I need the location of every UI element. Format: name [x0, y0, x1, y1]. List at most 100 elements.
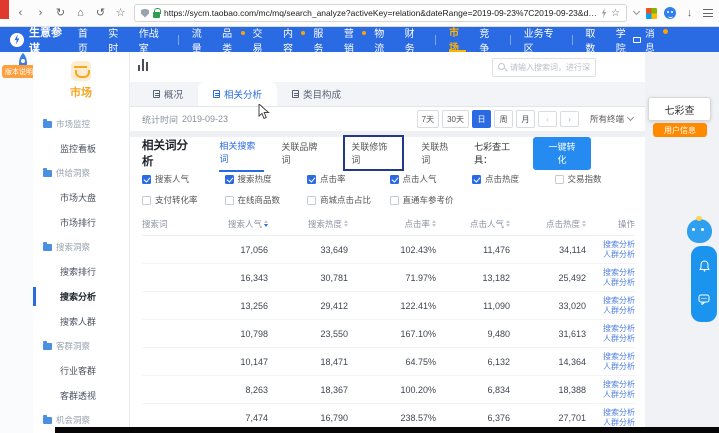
tab-related-analysis[interactable]: 相关分析	[198, 82, 277, 106]
nav-item-service[interactable]: 服务	[313, 27, 330, 52]
terminal-filter-dropdown[interactable]: 所有终端	[590, 113, 633, 125]
bookmark-star-icon[interactable]: ☆	[114, 0, 127, 27]
nav-item-trade[interactable]: 交易	[253, 27, 270, 52]
crowd-analysis-link[interactable]: 人群分析	[586, 390, 635, 400]
nav-item-logistics[interactable]: 物流	[374, 27, 391, 52]
crowd-analysis-link[interactable]: 人群分析	[586, 334, 635, 344]
metric-search-popularity[interactable]: 搜索人气	[142, 173, 225, 185]
metric-click-rate[interactable]: 点击率	[307, 173, 390, 185]
next-date-button[interactable]: ›	[560, 111, 579, 127]
nav-item-content[interactable]: 内容	[283, 27, 300, 52]
keyword-search-box[interactable]	[492, 58, 596, 77]
one-key-convert-button[interactable]: 一键转化	[533, 137, 591, 170]
nav-item-realtime[interactable]: 实时	[108, 27, 125, 52]
crowd-analysis-link[interactable]: 人群分析	[586, 306, 635, 316]
nav-item-category[interactable]: 品类	[222, 27, 239, 52]
brand[interactable]: 生意参谋	[10, 24, 65, 56]
checkbox-checked-icon[interactable]	[390, 175, 399, 184]
checkbox-checked-icon[interactable]	[142, 175, 151, 184]
sidebar-group-supply-insight[interactable]: 供给洞察	[33, 161, 129, 185]
nav-item-market-active[interactable]: 市场	[449, 27, 466, 52]
qicai-widget-button[interactable]: 七彩查	[648, 97, 711, 121]
sidebar-group-search-insight[interactable]: 搜索洞察	[33, 235, 129, 259]
sidebar-group-opportunity-insight[interactable]: 机会洞察	[33, 408, 129, 427]
search-analysis-link[interactable]: 搜索分析	[586, 380, 635, 390]
nav-item-warroom[interactable]: 作战室	[139, 27, 165, 52]
range-day-button[interactable]: 日	[472, 110, 491, 128]
checkbox-checked-icon[interactable]	[472, 175, 481, 184]
search-analysis-link[interactable]: 搜索分析	[586, 352, 635, 362]
sidebar-group-crowd-insight[interactable]: 客群洞察	[33, 334, 129, 358]
crowd-analysis-link[interactable]: 人群分析	[586, 362, 635, 372]
subtab-related-hot-words[interactable]: 关联热词	[421, 135, 457, 171]
chevron-down-icon[interactable]	[633, 8, 640, 15]
address-bar[interactable]: https://sycm.taobao.com/mc/mq/search_ana…	[134, 4, 627, 22]
nav-item-data-fetch[interactable]: 取数	[585, 27, 602, 52]
col-search-popularity[interactable]: 搜索人气	[194, 218, 268, 230]
search-analysis-link[interactable]: 搜索分析	[586, 408, 635, 418]
nav-item-competition[interactable]: 竞争	[479, 27, 496, 52]
search-analysis-link[interactable]: 搜索分析	[586, 240, 635, 250]
metric-online-items[interactable]: 在线商品数	[225, 194, 308, 206]
checkbox-icon[interactable]	[142, 196, 151, 205]
shield-icon[interactable]	[141, 9, 149, 18]
search-analysis-link[interactable]: 搜索分析	[586, 268, 635, 278]
checkbox-icon[interactable]	[307, 196, 316, 205]
user-info-button[interactable]: 用户信息	[653, 123, 707, 137]
metric-mall-click-share[interactable]: 商城点击占比	[307, 194, 390, 206]
extension-grid-icon[interactable]	[646, 8, 657, 19]
sidebar-item-monitor-board[interactable]: 监控看板	[33, 136, 129, 161]
search-analysis-link[interactable]: 搜索分析	[586, 296, 635, 306]
sidebar-item-industry-crowd[interactable]: 行业客群	[33, 358, 129, 383]
bar-chart-icon[interactable]	[138, 59, 148, 71]
favorite-star-icon[interactable]: ☆	[611, 8, 620, 19]
metric-click-popularity[interactable]: 点击人气	[390, 173, 473, 185]
download-icon[interactable]: ↓	[683, 0, 696, 27]
home-icon[interactable]: ⌂	[74, 0, 87, 27]
version-tag[interactable]: 版本说明	[2, 65, 36, 78]
metric-click-heat[interactable]: 点击热度	[472, 173, 555, 185]
range-month-button[interactable]: 月	[516, 110, 535, 128]
range-30d-button[interactable]: 30天	[442, 110, 469, 128]
chat-icon[interactable]	[698, 292, 710, 310]
assistant-mascot-icon[interactable]	[687, 219, 712, 243]
col-click-popularity[interactable]: 点击人气	[436, 218, 510, 230]
subtab-related-brand-words[interactable]: 关联品牌词	[281, 135, 326, 171]
metric-search-heat[interactable]: 搜索热度	[225, 173, 308, 185]
crowd-analysis-link[interactable]: 人群分析	[586, 250, 635, 260]
col-search-heat[interactable]: 搜索热度	[268, 218, 348, 230]
nav-item-business-zone[interactable]: 业务专区	[524, 27, 559, 52]
tab-overview[interactable]: 概况	[138, 82, 198, 106]
subtab-related-search-words[interactable]: 相关搜索词	[219, 134, 264, 172]
nav-item-academy[interactable]: 学院	[616, 27, 633, 52]
sidebar-group-market-monitor[interactable]: 市场监控	[33, 112, 129, 136]
tab-category-composition[interactable]: 类目构成	[277, 82, 356, 106]
smiley-extension-icon[interactable]	[664, 7, 676, 19]
metric-pay-conversion[interactable]: 支付转化率	[142, 194, 225, 206]
messages-entry[interactable]: 消息	[633, 26, 661, 54]
metric-trade-index[interactable]: 交易指数	[555, 173, 638, 185]
range-week-button[interactable]: 周	[494, 110, 513, 128]
crowd-analysis-link[interactable]: 人群分析	[586, 278, 635, 288]
col-click-heat[interactable]: 点击热度	[510, 218, 586, 230]
sidebar-item-crowd-perspective[interactable]: 客群透视	[33, 383, 129, 408]
sidebar-item-market-overview[interactable]: 市场大盘	[33, 185, 129, 210]
metric-ztc-reference-price[interactable]: 直通车参考价	[390, 194, 473, 206]
sidebar-item-search-analysis[interactable]: 搜索分析	[33, 284, 129, 309]
sidebar-item-market-ranking[interactable]: 市场排行	[33, 210, 129, 235]
nav-item-marketing[interactable]: 营销	[344, 27, 361, 52]
search-analysis-link[interactable]: 搜索分析	[586, 324, 635, 334]
subtab-related-modifier-words[interactable]: 关联修饰词	[343, 135, 404, 171]
sidebar-item-search-ranking[interactable]: 搜索排行	[33, 259, 129, 284]
checkbox-icon[interactable]	[555, 175, 564, 184]
col-click-rate[interactable]: 点击率	[348, 218, 436, 230]
nav-item-traffic[interactable]: 流量	[192, 27, 209, 52]
checkbox-icon[interactable]	[225, 196, 234, 205]
nav-item-finance[interactable]: 财务	[405, 27, 422, 52]
checkbox-icon[interactable]	[390, 196, 399, 205]
nav-item-home[interactable]: 首页	[78, 27, 95, 52]
sidebar-item-search-crowd[interactable]: 搜索人群	[33, 309, 129, 334]
prev-date-button[interactable]: ‹	[538, 111, 557, 127]
checkbox-checked-icon[interactable]	[307, 175, 316, 184]
menu-icon[interactable]	[703, 9, 713, 17]
